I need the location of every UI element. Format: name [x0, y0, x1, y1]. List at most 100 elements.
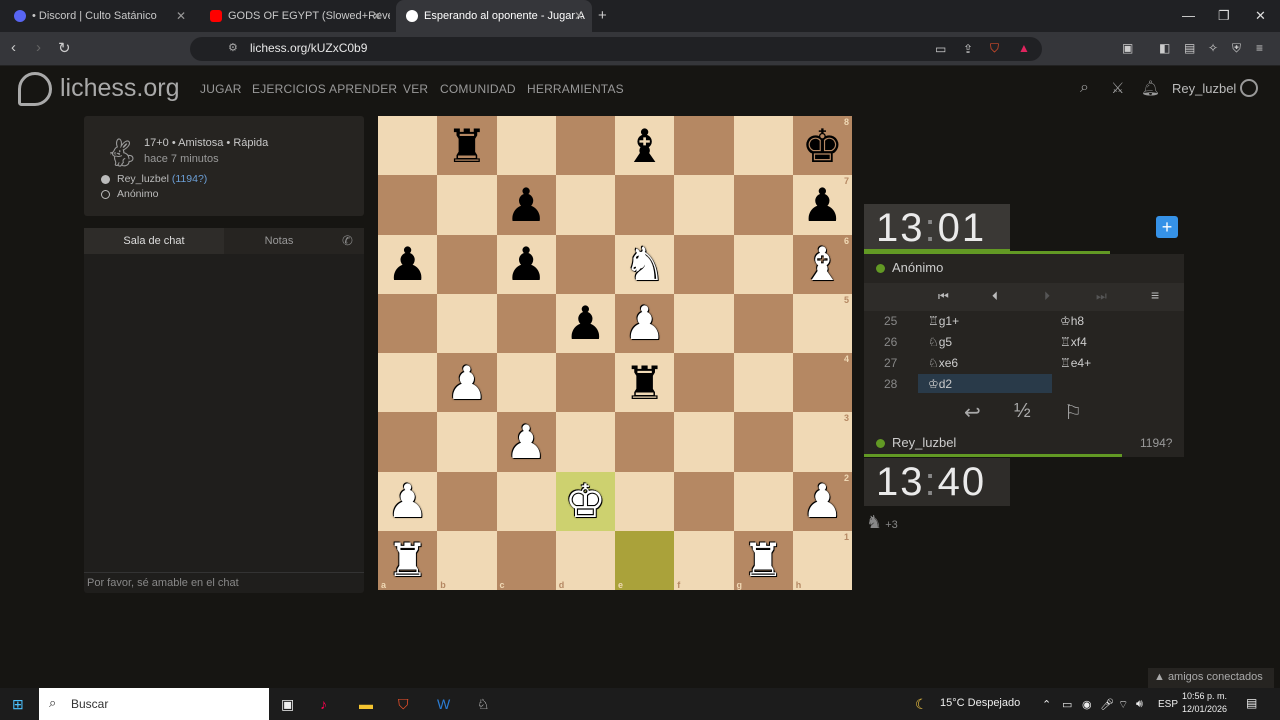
first-move-icon[interactable]: ⏮: [938, 289, 949, 304]
square-a8[interactable]: [378, 116, 438, 176]
forward-icon[interactable]: ›: [36, 39, 41, 56]
square-f2[interactable]: [674, 471, 734, 531]
extensions-icon[interactable]: ✧: [1208, 41, 1218, 55]
square-b8[interactable]: ♜: [437, 116, 497, 176]
tab-chat[interactable]: Sala de chat: [84, 228, 224, 254]
nav-watch[interactable]: VER: [403, 82, 428, 96]
black-pawn-icon[interactable]: ♟: [506, 182, 547, 228]
square-d3[interactable]: [555, 412, 615, 472]
nav-learn[interactable]: APRENDER: [329, 82, 397, 96]
close-tab-icon[interactable]: ✕: [176, 9, 186, 23]
prev-move-icon[interactable]: ⏴: [992, 289, 998, 304]
nav-puzzles[interactable]: EJERCICIOS: [252, 82, 326, 96]
brave-shield-icon[interactable]: ⛉: [990, 41, 999, 56]
task-view-icon[interactable]: ▣: [281, 696, 294, 713]
close-tab-icon[interactable]: ✕: [574, 9, 584, 23]
white-king-icon[interactable]: ♚: [565, 478, 606, 524]
nav-tools[interactable]: HERRAMIENTAS: [527, 82, 624, 96]
word-icon[interactable]: W: [437, 696, 450, 712]
square-g8[interactable]: [733, 116, 793, 176]
square-h1[interactable]: 1h: [792, 530, 852, 590]
square-b2[interactable]: [437, 471, 497, 531]
reload-icon[interactable]: ↻: [58, 39, 71, 57]
square-a5[interactable]: [378, 293, 438, 353]
white-knight-icon[interactable]: ♞: [624, 241, 665, 287]
white-pawn-icon[interactable]: ♟: [802, 478, 843, 524]
white-pawn-icon[interactable]: ♟: [387, 478, 428, 524]
square-b4[interactable]: ♟: [437, 353, 497, 413]
screenshot-icon[interactable]: ▣: [1122, 41, 1133, 55]
square-e1[interactable]: e: [615, 530, 675, 590]
black-move[interactable]: ♔h8: [1060, 314, 1084, 328]
avatar-icon[interactable]: [1240, 79, 1258, 97]
square-a7[interactable]: [378, 175, 438, 235]
my-name[interactable]: Rey_luzbel: [892, 435, 956, 450]
square-e5[interactable]: ♟: [615, 293, 675, 353]
system-clock[interactable]: 10:56 p. m. 12/01/2026: [1182, 690, 1227, 716]
taskbar-search[interactable]: ⌕ Buscar: [39, 688, 269, 720]
square-h8[interactable]: ♚ 8: [792, 116, 852, 176]
back-icon[interactable]: ‹: [11, 39, 16, 56]
square-f5[interactable]: [674, 293, 734, 353]
wallet-icon[interactable]: ▤: [1184, 41, 1195, 55]
square-g4[interactable]: [733, 353, 793, 413]
menu-icon[interactable]: ≡: [1256, 41, 1263, 55]
white-move[interactable]: ♔d2: [928, 377, 952, 391]
file-explorer-icon[interactable]: ▬: [359, 696, 373, 712]
square-e3[interactable]: [615, 412, 675, 472]
square-e8[interactable]: ♝: [615, 116, 675, 176]
browser-tab-lichess[interactable]: Esperando al oponente - Jugar A ✕: [396, 0, 592, 32]
lichess-logo-icon[interactable]: [18, 72, 52, 106]
square-e4[interactable]: ♜: [615, 353, 675, 413]
square-c2[interactable]: [496, 471, 556, 531]
address-bar[interactable]: ⚙ lichess.org/kUZxC0b9 ▭ ⇪ ⛉ ▲: [190, 37, 1042, 61]
windows-start-icon[interactable]: ⊞: [12, 696, 24, 713]
maximize-button[interactable]: ❐: [1218, 8, 1230, 24]
black-pawn-icon[interactable]: ♟: [802, 182, 843, 228]
white-pawn-icon[interactable]: ♟: [506, 419, 547, 465]
black-move[interactable]: ♖xf4: [1060, 335, 1087, 349]
white-rook-icon[interactable]: ♜: [387, 537, 428, 583]
brave-rewards-icon[interactable]: ▲: [1018, 41, 1030, 55]
white-bishop-icon[interactable]: ♝: [802, 241, 843, 287]
last-move-icon[interactable]: ⏭: [1096, 289, 1107, 304]
add-time-button[interactable]: +: [1156, 216, 1178, 238]
chess-board[interactable]: ♜ ♝ ♚ 8 ♟ ♟ 7 ♟ ♟ ♞ ♝ 6 ♟ ♟ 5 ♟ ♜ 4 ♟ 3 ♟ ♚ ♟ 2 ♜ a b c d e f ♜ g 1 h: [378, 116, 852, 590]
menu-icon[interactable]: ≡: [1151, 287, 1159, 303]
lichess-app-icon[interactable]: ♘: [477, 696, 490, 713]
minimize-button[interactable]: —: [1182, 8, 1195, 23]
square-b7[interactable]: [437, 175, 497, 235]
square-c6[interactable]: ♟: [496, 234, 556, 294]
black-rook-icon[interactable]: ♜: [624, 360, 665, 406]
black-king-icon[interactable]: ♚: [802, 123, 843, 169]
language-indicator[interactable]: ESP: [1158, 699, 1178, 710]
wifi-icon[interactable]: ⌔: [1118, 698, 1128, 712]
volume-icon[interactable]: 🔊︎: [1136, 698, 1143, 711]
square-a1[interactable]: ♜ a: [378, 530, 438, 590]
brave-icon[interactable]: ⛉: [398, 696, 409, 713]
chat-input[interactable]: Por favor, sé amable en el chat: [84, 572, 364, 594]
tiktok-icon[interactable]: ♪: [320, 696, 327, 712]
tab-notes[interactable]: Notas: [224, 228, 334, 254]
square-e6[interactable]: ♞: [615, 234, 675, 294]
square-b5[interactable]: [437, 293, 497, 353]
square-d6[interactable]: [555, 234, 615, 294]
white-pawn-icon[interactable]: ♟: [446, 360, 487, 406]
cast-icon[interactable]: ▭: [935, 42, 946, 56]
vpn-icon[interactable]: ⛨: [1232, 41, 1241, 56]
square-d5[interactable]: ♟: [555, 293, 615, 353]
square-h7[interactable]: ♟ 7: [792, 175, 852, 235]
square-c7[interactable]: ♟: [496, 175, 556, 235]
square-g2[interactable]: [733, 471, 793, 531]
square-g5[interactable]: [733, 293, 793, 353]
square-h3[interactable]: 3: [792, 412, 852, 472]
square-a4[interactable]: [378, 353, 438, 413]
next-move-icon[interactable]: ⏵: [1044, 289, 1050, 304]
white-player[interactable]: Rey_luzbel (1194?): [117, 173, 207, 185]
square-h6[interactable]: ♝ 6: [792, 234, 852, 294]
square-a3[interactable]: [378, 412, 438, 472]
weather-text[interactable]: 15°C Despejado: [940, 697, 1020, 709]
offer-draw-button[interactable]: ½: [1014, 400, 1031, 423]
square-h2[interactable]: ♟ 2: [792, 471, 852, 531]
location-icon[interactable]: ◉: [1082, 698, 1092, 711]
